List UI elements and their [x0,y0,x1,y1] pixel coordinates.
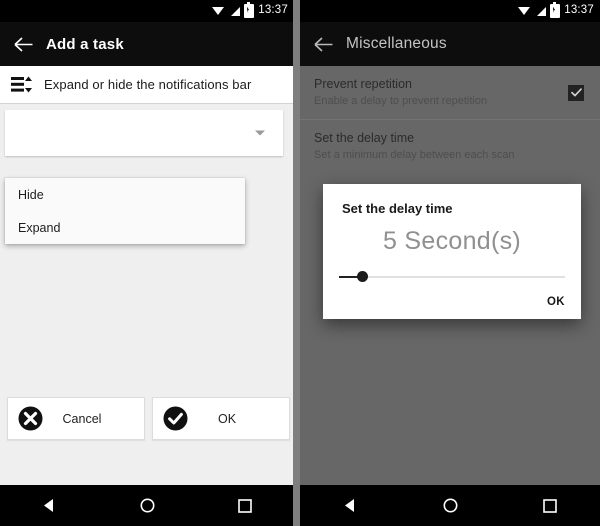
back-arrow-icon[interactable] [300,22,346,66]
mode-spinner[interactable] [5,110,283,156]
nav-back-icon[interactable] [26,485,72,526]
check-circle-icon [153,406,197,431]
cancel-button-label: Cancel [62,411,102,426]
preference-prevent-repetition[interactable]: Prevent repetition Enable a delay to pre… [300,66,600,119]
dialog-value: 5 Second(s) [382,227,522,255]
right-status-icons: 13:37 [518,0,594,22]
status-time: 13:37 [564,4,594,17]
preference-title: Set the delay time [314,131,415,145]
nav-recents-icon[interactable] [527,485,573,526]
panel-divider [293,0,300,526]
expand-collapse-bar-icon [0,66,44,103]
dropdown-option-hide[interactable]: Hide [5,178,245,211]
right-screen-content: Prevent repetition Enable a delay to pre… [300,66,600,485]
slider-track [339,276,565,278]
wifi-icon [212,6,225,17]
task-header-label: Expand or hide the notifications bar [44,77,252,92]
wifi-icon [518,6,531,17]
chevron-down-icon [255,130,265,136]
battery-icon [244,2,255,18]
left-screen-content: Expand or hide the notifications bar Hid… [0,66,294,485]
left-status-icons: 13:37 [212,0,288,22]
cancel-button[interactable]: Cancel [7,397,145,440]
dropdown-option-label: Expand [18,220,61,235]
slider-thumb[interactable] [356,271,368,282]
preference-title: Prevent repetition [314,77,412,91]
screenshot-stage: 13:37 Add a task Expand or hide the noti… [0,0,600,526]
nav-recents-icon[interactable] [222,485,268,526]
ok-button-label: OK [217,411,237,426]
page-title: Add a task [46,35,124,53]
cancel-circle-icon [8,406,52,431]
left-app-bar: Add a task [0,22,294,66]
nav-home-icon[interactable] [427,485,473,526]
ok-button[interactable]: OK [152,397,290,440]
delay-time-dialog: Set the delay time 5 Second(s) OK [323,184,581,319]
action-bar: Cancel OK [0,392,294,444]
dropdown-popup: Hide Expand [5,178,245,244]
right-phone-screenshot: 13:37 Miscellaneous Prevent repetition E… [300,0,600,526]
right-app-bar: Miscellaneous [300,22,600,66]
back-arrow-icon[interactable] [0,22,46,66]
dropdown-option-label: Hide [18,187,44,202]
battery-icon [550,2,561,18]
dialog-title: Set the delay time [342,201,453,216]
preference-summary: Enable a delay to prevent repetition [314,95,488,107]
nav-back-icon[interactable] [327,485,373,526]
status-time: 13:37 [258,4,288,17]
right-status-bar: 13:37 [300,0,600,22]
left-phone-screenshot: 13:37 Add a task Expand or hide the noti… [0,0,294,526]
right-nav-bar [300,485,600,526]
delay-slider[interactable] [339,270,565,284]
page-title: Miscellaneous [346,35,447,52]
prevent-repetition-checkbox[interactable] [568,84,584,101]
preference-summary: Set a minimum delay between each scan [314,149,515,161]
signal-icon [229,6,241,17]
left-status-bar: 13:37 [0,0,294,22]
nav-home-icon[interactable] [124,485,170,526]
left-nav-bar [0,485,294,526]
task-header-card: Expand or hide the notifications bar [0,66,294,104]
dropdown-option-expand[interactable]: Expand [5,211,245,244]
dialog-ok-button[interactable]: OK [547,296,565,308]
preference-set-delay-time[interactable]: Set the delay time Set a minimum delay b… [300,119,600,173]
signal-icon [535,6,547,17]
